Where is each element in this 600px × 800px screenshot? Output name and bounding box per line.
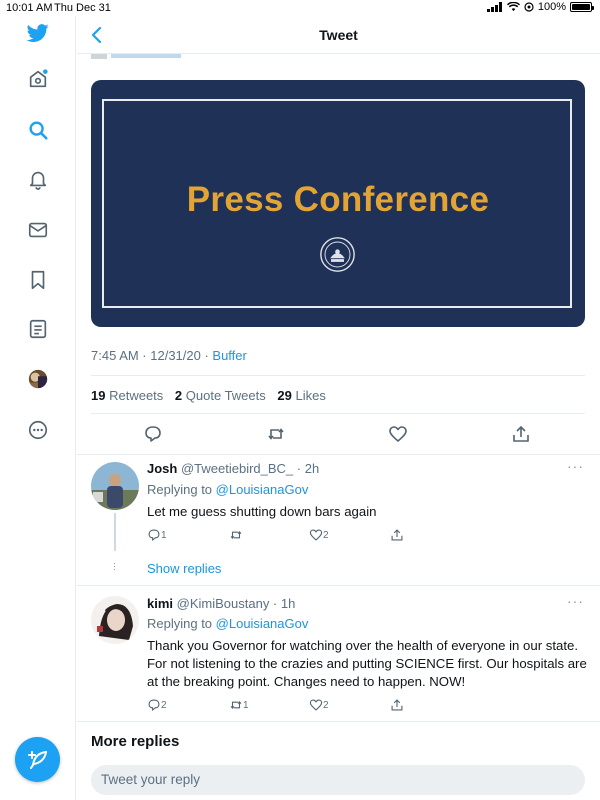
retweets-label: Retweets bbox=[109, 388, 164, 403]
status-bar: 10:01 AM Thu Dec 31 100% bbox=[0, 0, 600, 16]
retweets-stat[interactable]: 19 Retweets bbox=[91, 388, 163, 403]
retweet-icon bbox=[230, 530, 242, 540]
author-handle: @Tweetiebird_BC_ · 2h bbox=[180, 461, 320, 476]
replying-to: Replying to @LouisianaGov bbox=[147, 482, 308, 497]
like-icon bbox=[309, 699, 323, 711]
reply-button[interactable]: 1 bbox=[147, 528, 167, 542]
reply-menu-icon[interactable]: ··· bbox=[567, 458, 584, 474]
page-title: Tweet bbox=[319, 27, 358, 43]
likes-count: 29 bbox=[277, 388, 292, 403]
twitter-logo-icon[interactable] bbox=[25, 20, 51, 46]
tweet-time: 7:45 AM · 12/31/20 · bbox=[91, 348, 213, 363]
battery-percent: 100% bbox=[537, 1, 566, 13]
retweet-count: 1 bbox=[243, 699, 249, 711]
media-title: Press Conference bbox=[186, 180, 490, 219]
thread-line bbox=[114, 513, 116, 551]
reply-menu-icon[interactable]: ··· bbox=[567, 593, 584, 609]
state-seal-icon bbox=[320, 237, 355, 272]
lists-icon[interactable] bbox=[25, 316, 51, 342]
status-right: 100% bbox=[486, 1, 594, 13]
like-button[interactable]: 2 bbox=[309, 528, 329, 542]
reply-item-kimi[interactable]: kimi @KimiBoustany · 1h ··· Replying to … bbox=[77, 586, 600, 721]
replying-prefix: Replying to bbox=[147, 616, 216, 631]
signal-icon bbox=[486, 2, 502, 12]
retweet-icon bbox=[230, 700, 242, 710]
retweet-icon[interactable] bbox=[266, 424, 286, 444]
share-button[interactable] bbox=[390, 528, 404, 542]
tweet-media-image[interactable]: Press Conference bbox=[91, 80, 585, 327]
share-icon bbox=[391, 699, 403, 711]
like-button[interactable]: 2 bbox=[309, 698, 329, 712]
share-icon bbox=[391, 529, 403, 541]
author-name: kimi bbox=[147, 596, 174, 611]
share-button[interactable] bbox=[390, 698, 404, 712]
tweet-reply-input[interactable]: Tweet your reply bbox=[91, 765, 585, 795]
reply-author[interactable]: Josh @Tweetiebird_BC_ · 2h bbox=[147, 461, 319, 476]
author-handle: @KimiBoustany · 1h bbox=[176, 596, 296, 611]
avatar[interactable] bbox=[91, 462, 139, 510]
header: Tweet bbox=[77, 16, 600, 54]
explore-icon[interactable] bbox=[25, 117, 51, 143]
compose-feather-icon bbox=[27, 750, 47, 769]
tweet-source-link[interactable]: Buffer bbox=[212, 348, 246, 363]
cropped-content bbox=[91, 54, 181, 59]
show-replies-link[interactable]: Show replies bbox=[147, 561, 221, 576]
sidebar bbox=[0, 16, 76, 800]
messages-icon[interactable] bbox=[25, 217, 51, 243]
quote-tweets-stat[interactable]: 2 Quote Tweets bbox=[175, 388, 266, 403]
status-time: 10:01 AM bbox=[6, 2, 53, 14]
divider bbox=[77, 721, 600, 722]
tweet-stats: 19 Retweets 2 Quote Tweets 29 Likes bbox=[91, 375, 585, 414]
thread-dots-icon: · · · bbox=[113, 559, 116, 574]
like-icon[interactable] bbox=[388, 424, 408, 444]
location-icon bbox=[524, 2, 534, 12]
replying-to-link[interactable]: @LouisianaGov bbox=[216, 482, 309, 497]
bookmarks-icon[interactable] bbox=[25, 267, 51, 293]
tweet-actions bbox=[91, 414, 585, 454]
reply-item-josh[interactable]: Josh @Tweetiebird_BC_ · 2h ··· Replying … bbox=[77, 455, 600, 585]
reply-icon bbox=[148, 529, 160, 542]
tweet-timestamp: 7:45 AM · 12/31/20 · Buffer bbox=[91, 348, 247, 363]
more-icon[interactable] bbox=[25, 417, 51, 443]
reply-icon bbox=[148, 699, 160, 712]
profile-avatar[interactable] bbox=[25, 366, 51, 392]
likes-stat[interactable]: 29 Likes bbox=[277, 388, 325, 403]
compose-tweet-button[interactable] bbox=[15, 737, 60, 782]
reply-button[interactable]: 2 bbox=[147, 698, 167, 712]
reply-text: Let me guess shutting down bars again bbox=[147, 504, 377, 519]
replying-prefix: Replying to bbox=[147, 482, 216, 497]
more-replies-heading: More replies bbox=[91, 733, 180, 750]
like-count: 2 bbox=[323, 699, 329, 711]
author-name: Josh bbox=[147, 461, 178, 476]
reply-actions: 2 1 2 bbox=[147, 698, 417, 714]
status-date: Thu Dec 31 bbox=[54, 2, 111, 14]
retweet-button[interactable] bbox=[229, 528, 243, 542]
replying-to: Replying to @LouisianaGov bbox=[147, 616, 308, 631]
reply-icon[interactable] bbox=[143, 424, 163, 444]
quotes-count: 2 bbox=[174, 388, 183, 403]
quotes-label: Quote Tweets bbox=[185, 388, 266, 403]
reply-actions: 1 2 bbox=[147, 528, 417, 544]
likes-label: Likes bbox=[295, 388, 326, 403]
like-icon bbox=[309, 529, 323, 541]
reply-text: Thank you Governor for watching over the… bbox=[147, 638, 587, 689]
battery-icon bbox=[570, 2, 594, 12]
share-icon[interactable] bbox=[511, 424, 531, 444]
home-icon[interactable] bbox=[25, 66, 51, 92]
like-count: 2 bbox=[323, 529, 329, 541]
wifi-icon bbox=[506, 2, 520, 12]
reply-count: 1 bbox=[161, 529, 167, 541]
avatar[interactable] bbox=[91, 596, 139, 644]
replying-to-link[interactable]: @LouisianaGov bbox=[216, 616, 309, 631]
retweet-button[interactable]: 1 bbox=[229, 698, 249, 712]
retweets-count: 19 bbox=[91, 388, 106, 403]
reply-count: 2 bbox=[161, 699, 167, 711]
notifications-icon[interactable] bbox=[25, 166, 51, 192]
reply-author[interactable]: kimi @KimiBoustany · 1h bbox=[147, 596, 295, 611]
